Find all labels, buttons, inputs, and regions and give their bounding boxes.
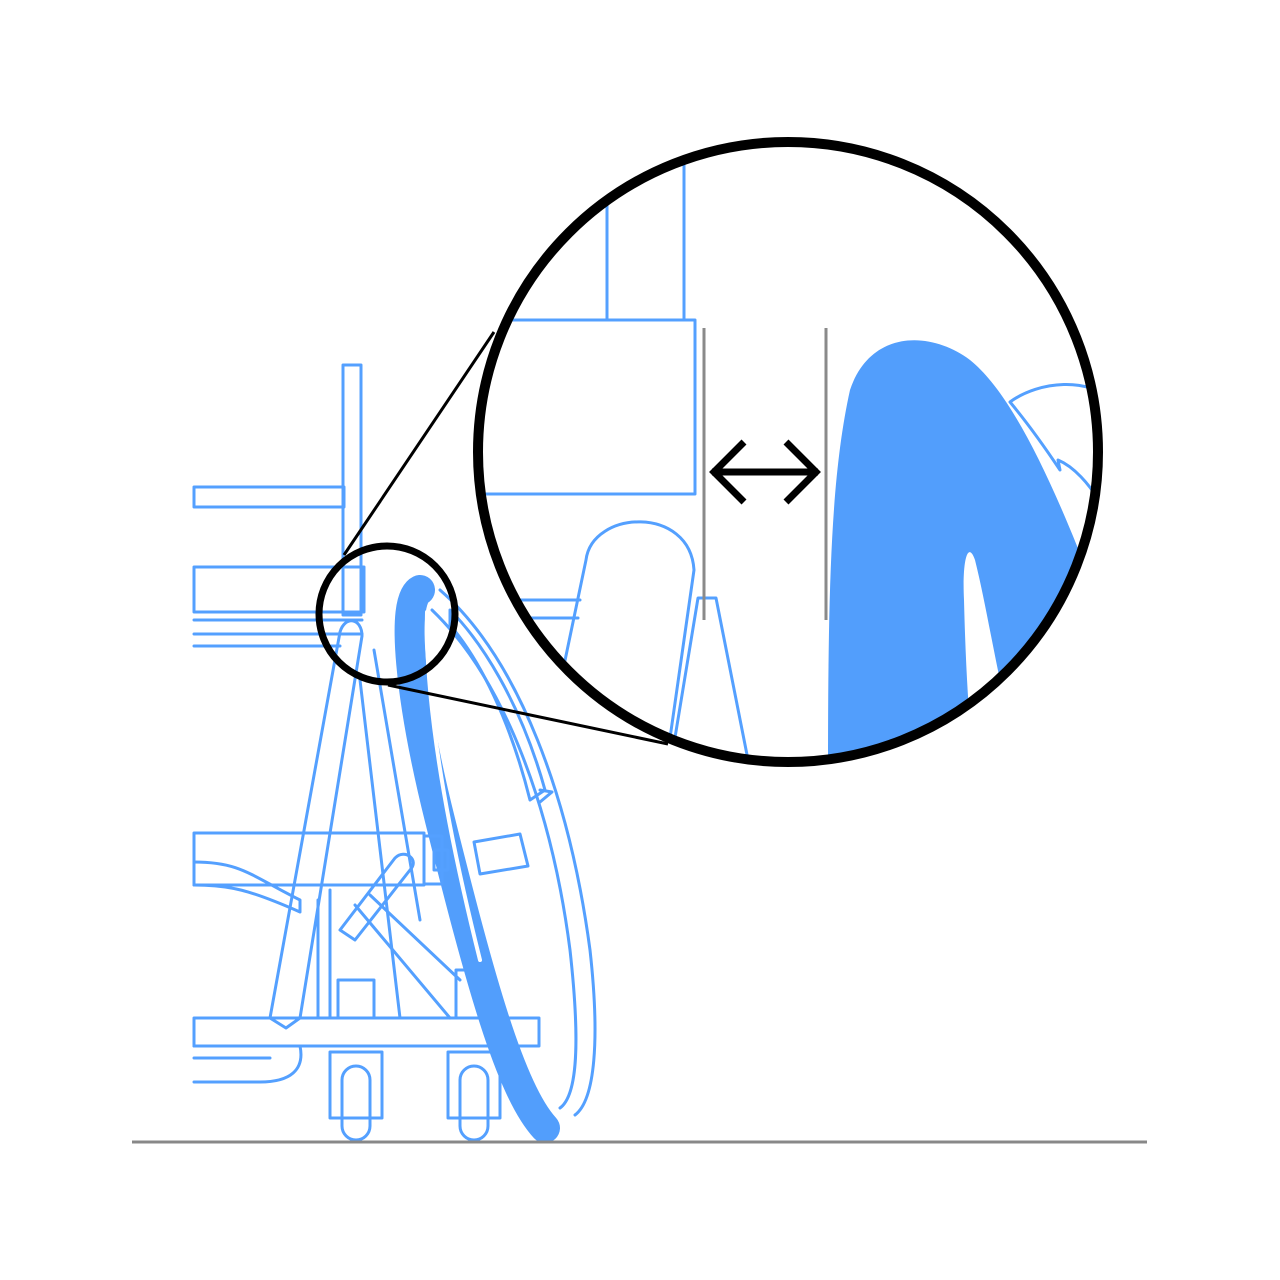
wheelchair-gap-diagram: [0, 0, 1280, 1280]
